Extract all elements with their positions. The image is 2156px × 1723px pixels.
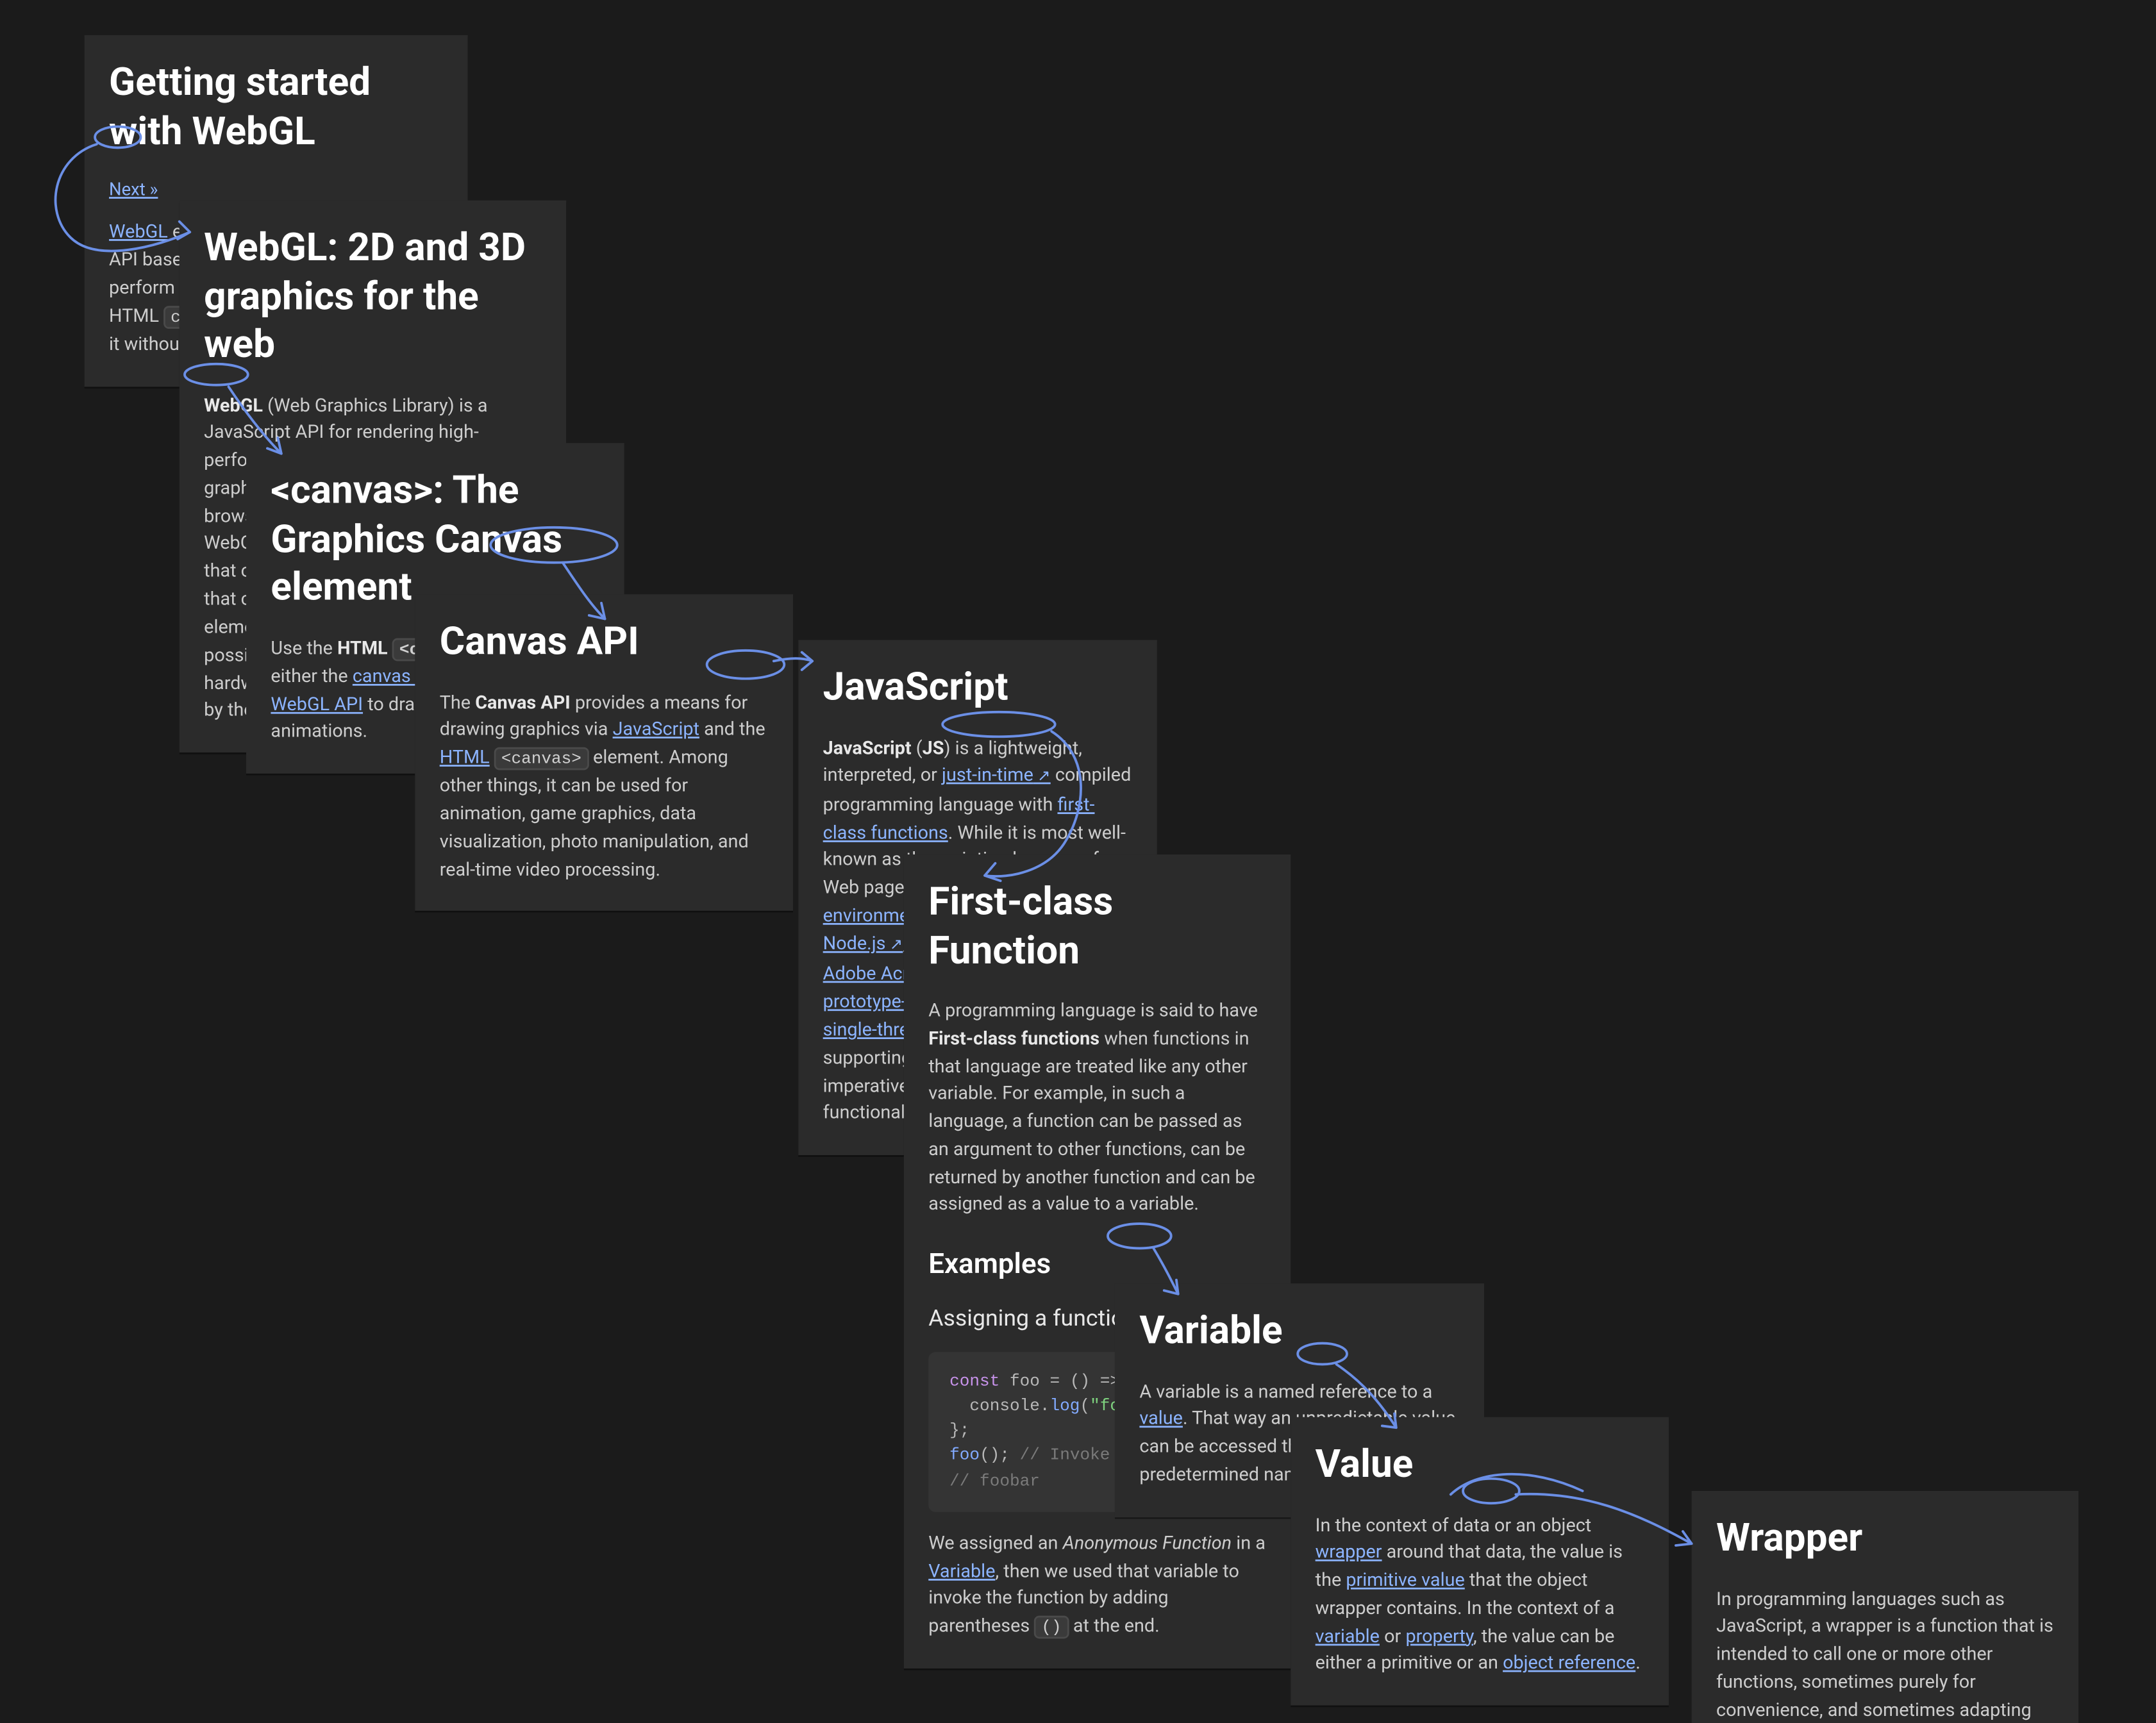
next-link[interactable]: Next » bbox=[109, 181, 158, 201]
canvas-code: <canvas> bbox=[494, 747, 589, 770]
card-first-class-function: First-class Function A programming langu… bbox=[904, 854, 1291, 1669]
page-title: WebGL: 2D and 3D graphics for the web bbox=[204, 225, 542, 370]
examples-heading: Examples bbox=[928, 1243, 1266, 1285]
variable-link[interactable]: variable bbox=[1316, 1624, 1380, 1647]
nodejs-link[interactable]: Node.js bbox=[823, 932, 903, 955]
webgl-link[interactable]: WebGL bbox=[109, 220, 168, 243]
wrapper-link[interactable]: wrapper bbox=[1316, 1540, 1382, 1563]
parens-code: () bbox=[1034, 1616, 1068, 1639]
body-text: In the context of data or an object wrap… bbox=[1316, 1511, 1644, 1677]
object-reference-link[interactable]: object reference bbox=[1503, 1651, 1635, 1674]
card-canvas-api: Canvas API The Canvas API provides a mea… bbox=[415, 594, 793, 911]
body-text: In programming languages such as JavaScr… bbox=[1716, 1585, 2054, 1723]
jit-link[interactable]: just-in-time bbox=[942, 763, 1051, 787]
body-text: We assigned an Anonymous Function in a V… bbox=[928, 1529, 1266, 1641]
primitive-value-link[interactable]: primitive value bbox=[1346, 1569, 1464, 1592]
html-link[interactable]: HTML bbox=[440, 745, 490, 769]
card-wrapper: Wrapper In programming languages such as… bbox=[1692, 1491, 2078, 1723]
property-link[interactable]: property bbox=[1405, 1624, 1473, 1647]
page-title: Canvas API bbox=[440, 619, 769, 667]
page-title: First-class Function bbox=[928, 879, 1266, 976]
page-title: JavaScript bbox=[823, 665, 1133, 713]
body-text: A programming language is said to have F… bbox=[928, 997, 1266, 1219]
card-value: Value In the context of data or an objec… bbox=[1291, 1417, 1669, 1706]
page-title: Getting started with WebGL bbox=[109, 60, 443, 156]
javascript-link[interactable]: JavaScript bbox=[613, 718, 699, 741]
page-title: Variable bbox=[1139, 1308, 1459, 1356]
body-text: The Canvas API provides a means for draw… bbox=[440, 688, 769, 883]
webgl-api-link[interactable]: WebGL API bbox=[271, 692, 363, 715]
page-title: <canvas>: The Graphics Canvas element bbox=[271, 468, 599, 613]
page-title: Wrapper bbox=[1716, 1515, 2054, 1563]
value-link[interactable]: value bbox=[1139, 1407, 1183, 1430]
variable-link[interactable]: Variable bbox=[928, 1559, 995, 1582]
page-title: Value bbox=[1316, 1442, 1644, 1490]
